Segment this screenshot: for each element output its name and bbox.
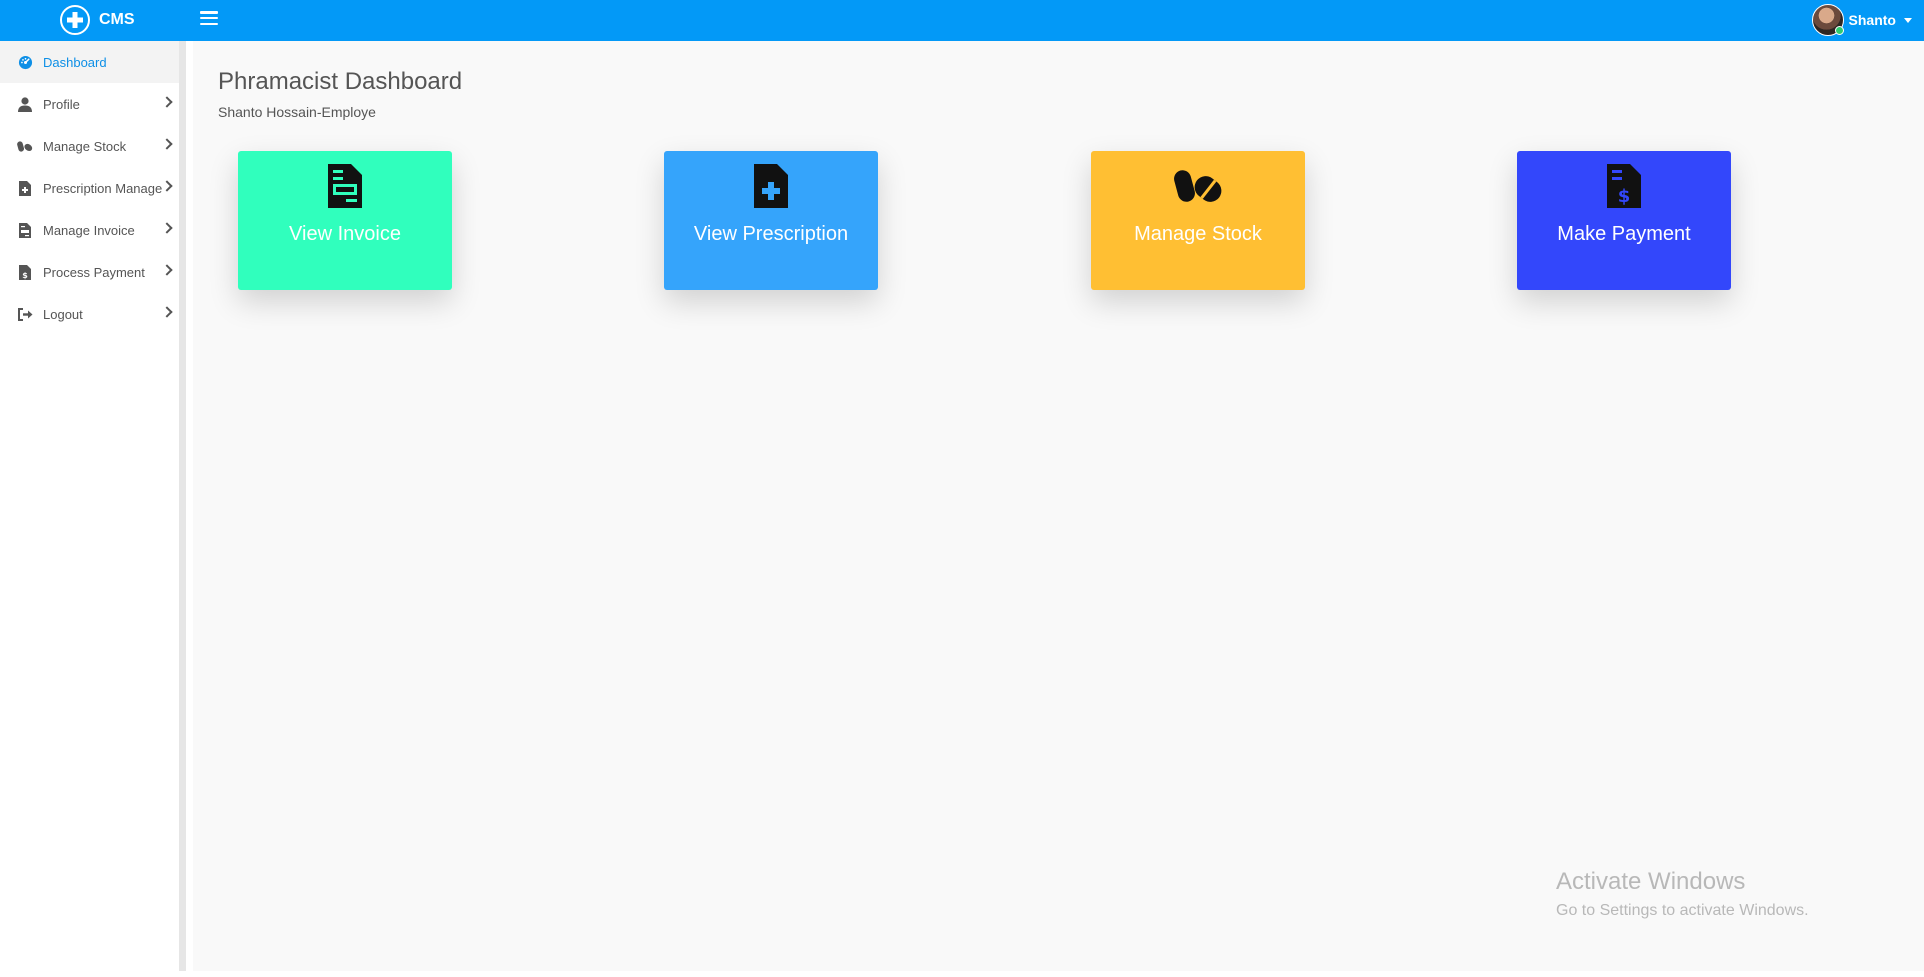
windows-activation-watermark: Activate Windows Go to Settings to activ… [1556,868,1809,920]
manage-stock-card[interactable]: Manage Stock [1091,151,1305,290]
chevron-right-icon [161,306,173,318]
watermark-subtitle: Go to Settings to activate Windows. [1556,902,1809,919]
user-menu[interactable]: Shanto [1811,3,1912,37]
watermark-title: Activate Windows [1556,868,1746,895]
card-label: Manage Stock [1134,223,1262,245]
file-invoice-icon [17,222,33,238]
file-dollar-icon: $ [17,264,33,280]
sidebar-item-label: Dashboard [43,54,107,70]
sidebar-item-label: Prescription Manage [43,180,163,196]
svg-text:$: $ [1618,186,1631,207]
card-label: View Invoice [289,223,401,245]
sidebar-item-label: Logout [43,306,83,322]
file-invoice-icon [320,163,370,209]
file-medical-icon [17,180,33,196]
file-medical-icon [746,163,796,209]
dashboard-icon [17,54,33,70]
page-bottom-edge [0,971,1924,977]
chevron-right-icon [161,222,173,234]
chevron-right-icon [161,264,173,276]
sidebar-item-manage-stock[interactable]: Manage Stock [0,125,179,167]
sidebar-item-label: Profile [43,96,80,112]
hamburger-menu-icon[interactable] [199,8,219,28]
sidebar-item-label: Manage Invoice [43,222,135,238]
page-subtitle: Shanto Hossain-Employe [218,104,376,120]
chevron-right-icon [161,138,173,150]
make-payment-card[interactable]: $ Make Payment [1517,151,1731,290]
medical-cross-icon [60,5,90,35]
online-status-icon [1834,26,1844,35]
brand[interactable]: CMS [60,4,135,36]
view-prescription-card[interactable]: View Prescription [664,151,878,290]
user-name: Shanto [1848,12,1896,28]
main-content: Phramacist Dashboard Shanto Hossain-Empl… [193,41,1924,977]
sidebar-item-manage-invoice[interactable]: Manage Invoice [0,209,179,251]
sidebar-item-process-payment[interactable]: $ Process Payment [0,251,179,293]
sidebar-item-prescription-manage[interactable]: Prescription Manage [0,167,179,209]
sidebar-item-label: Manage Stock [43,138,127,154]
card-label: View Prescription [693,223,849,245]
sidebar-item-logout[interactable]: Logout [0,293,179,335]
avatar [1811,4,1844,36]
card-label: Make Payment [1557,223,1691,245]
file-dollar-icon: $ [1599,163,1649,209]
sidebar-item-label: Process Payment [43,264,145,280]
chevron-right-icon [161,96,173,108]
page-title: Phramacist Dashboard [218,68,463,95]
sidebar-item-profile[interactable]: Profile [0,83,179,125]
sidebar-item-dashboard[interactable]: Dashboard [0,41,179,83]
chevron-right-icon [161,180,173,192]
user-icon [17,96,33,112]
pills-icon [17,138,33,154]
sidebar: Dashboard Profile Manage Stock Prescript… [0,41,186,971]
pills-icon [1173,163,1223,209]
top-navbar: CMS Shanto [0,0,1924,41]
sign-out-icon [17,306,33,322]
caret-down-icon [1904,17,1912,23]
brand-name: CMS [99,11,135,28]
svg-text:$: $ [22,271,28,280]
view-invoice-card[interactable]: View Invoice [238,151,452,290]
